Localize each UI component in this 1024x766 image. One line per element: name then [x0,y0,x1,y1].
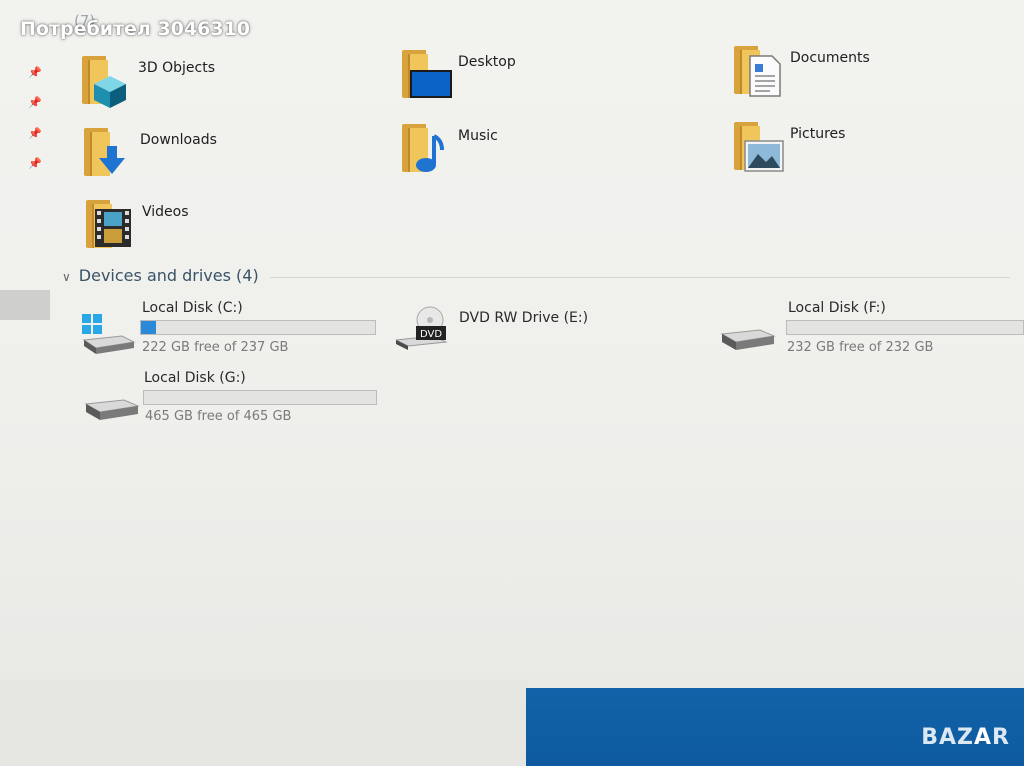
explorer-window: (7) 📌 📌 📌 📌 3D Objects Desktop Documents… [0,0,1024,688]
folder-label: Documents [790,50,870,66]
folder-3d-objects[interactable]: 3D Objects [80,52,215,108]
drive-usage-bar [786,320,1024,335]
drive-c[interactable]: Local Disk (C:) 222 GB free of 237 GB [82,300,382,360]
devices-section-header[interactable]: ∨ Devices and drives (4) [62,266,259,285]
folder-videos[interactable]: Videos [84,196,189,252]
music-icon [400,120,452,176]
windows-drive-icon [82,314,136,354]
folder-downloads[interactable]: Downloads [82,124,217,180]
dvd-badge: DVD [420,329,442,340]
drive-free-space: 222 GB free of 237 GB [142,340,289,355]
dvd-drive-icon: DVD [396,306,448,350]
folder-desktop[interactable]: Desktop [400,46,516,102]
navigation-scrollbar[interactable] [0,290,50,320]
drive-name: Local Disk (F:) [788,300,886,316]
folder-label: Videos [142,204,189,220]
drive-f[interactable]: Local Disk (F:) 232 GB free of 232 GB [720,300,1024,360]
drive-name: Local Disk (G:) [144,370,246,386]
folder-label: Pictures [790,126,846,142]
folder-label: Downloads [140,132,217,148]
3d-objects-icon [80,52,132,108]
folder-music[interactable]: Music [400,120,498,176]
folder-label: 3D Objects [138,60,216,76]
drive-name: Local Disk (C:) [142,300,243,316]
hard-drive-icon [84,399,140,420]
drive-usage-bar [140,320,376,335]
chevron-down-icon[interactable]: ∨ [62,270,71,284]
drive-free-space: 232 GB free of 232 GB [787,340,934,355]
pin-icon[interactable]: 📌 [28,66,42,79]
folder-label: Desktop [458,54,516,70]
seller-watermark: Потребител 3046310 [20,18,251,40]
drive-usage-fill [141,321,156,334]
folder-label: Music [458,128,498,144]
folder-documents[interactable]: Documents [732,42,870,98]
pin-icon[interactable]: 📌 [28,96,42,109]
pin-icon[interactable]: 📌 [28,157,42,170]
documents-icon [732,42,784,98]
bazar-logo: BAZAR [921,725,1010,750]
pin-icon[interactable]: 📌 [28,127,42,140]
folder-pictures[interactable]: Pictures [732,118,845,174]
drive-e[interactable]: DVD DVD RW Drive (E:) [396,304,696,360]
videos-icon [84,196,136,252]
drive-usage-bar [143,390,377,405]
downloads-icon [82,124,134,180]
section-divider [270,277,1010,278]
pictures-icon [732,118,784,174]
drive-free-space: 465 GB free of 465 GB [145,409,292,424]
taskbar-highlight: BAZAR [526,688,1024,766]
hard-drive-icon [720,329,776,350]
section-title: Devices and drives (4) [78,266,259,285]
drive-g[interactable]: Local Disk (G:) 465 GB free of 465 GB [84,370,384,430]
taskbar-left-area [0,680,528,766]
desktop-icon [400,46,452,102]
drive-name: DVD RW Drive (E:) [459,310,589,326]
